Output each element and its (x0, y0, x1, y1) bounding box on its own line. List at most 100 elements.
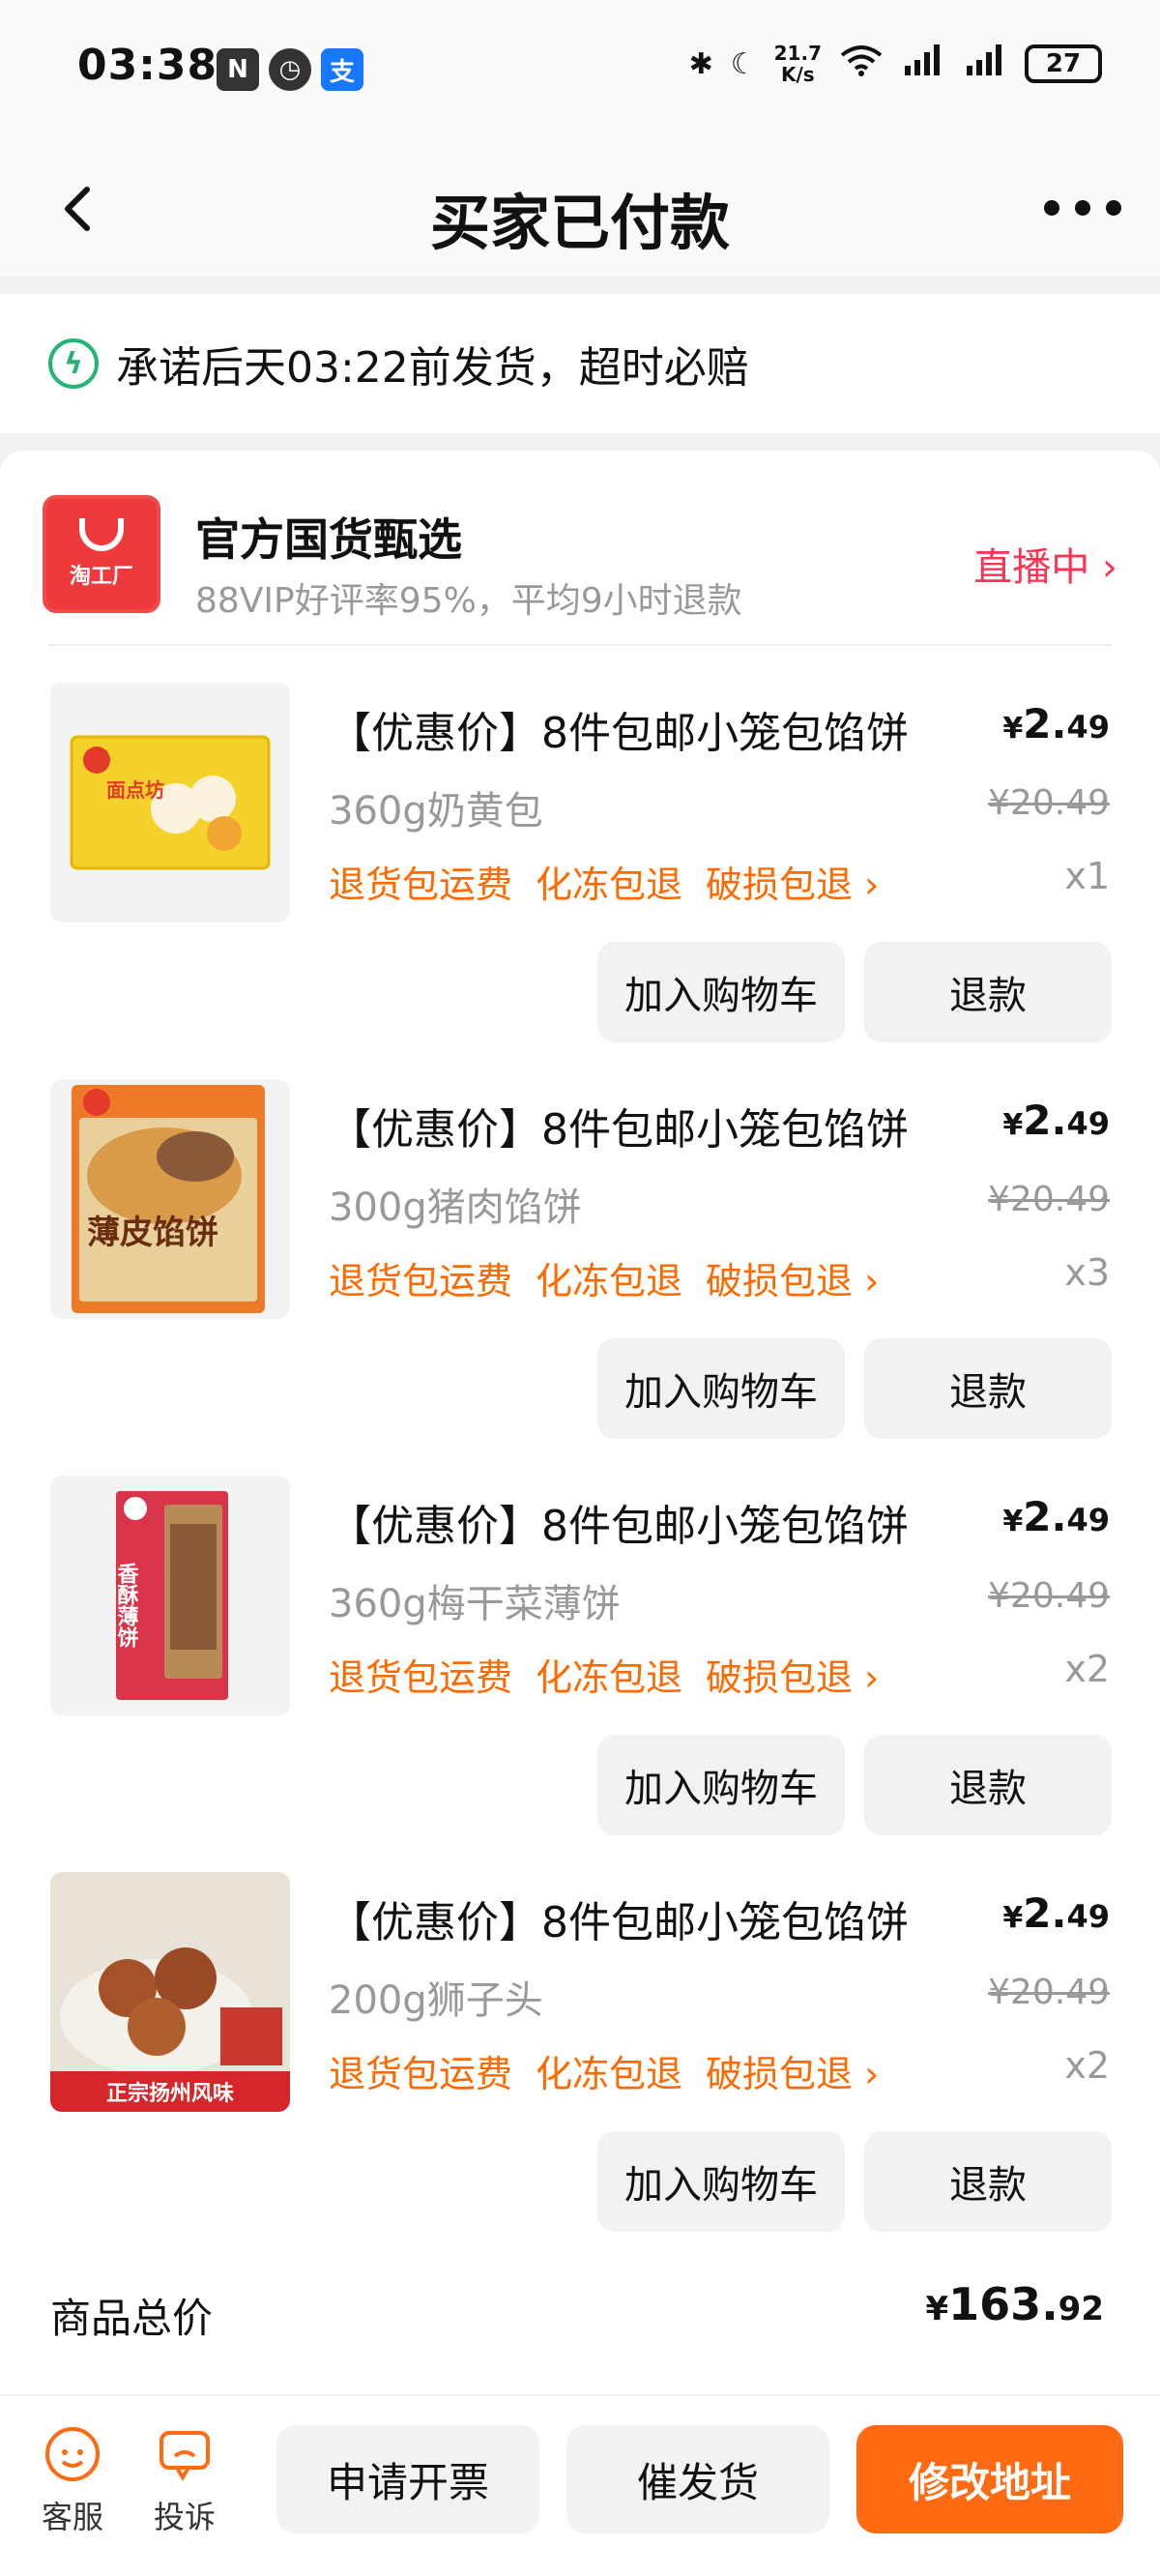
svg-text:香酥薄饼: 香酥薄饼 (114, 1563, 139, 1649)
add-to-cart-button[interactable]: 加入购物车 (597, 942, 845, 1042)
item-original-price: ¥20.49 (988, 783, 1110, 823)
status-notification-icons: N ◷ 支 (217, 48, 363, 91)
complain-bubble-icon (160, 2431, 210, 2481)
chevron-right-icon: › (853, 1656, 880, 1699)
order-card: 淘工厂 官方国货甄选 88VIP好评率95%，平均9小时退款 直播中 › 面点坊… (0, 451, 1160, 2394)
item-price: ¥2.49 (1002, 1097, 1110, 1144)
order-item: 正宗扬州风味 【优惠价】8件包邮小笼包馅饼 ¥2.49 200g狮子头 ¥20.… (0, 1872, 1160, 2269)
item-price: ¥2.49 (1002, 700, 1110, 747)
add-to-cart-button[interactable]: 加入购物车 (597, 1338, 845, 1439)
chevron-right-icon: › (853, 1260, 880, 1303)
tag: 破损包退 › (706, 1260, 880, 1303)
bottom-bar: 客服 投诉 申请开票 催发货 修改地址 (0, 2394, 1160, 2576)
add-to-cart-button[interactable]: 加入购物车 (597, 2131, 845, 2232)
product-image[interactable]: 面点坊 (50, 683, 290, 922)
chevron-right-icon: › (1102, 545, 1117, 590)
product-image[interactable]: 正宗扬州风味 (50, 1872, 290, 2112)
item-quantity: x2 (1064, 1648, 1110, 1690)
item-original-price: ¥20.49 (988, 1576, 1110, 1616)
lightning-icon: ϟ (48, 338, 99, 389)
nav-bar: 买家已付款 (0, 145, 1160, 277)
bluetooth-icon: ✱ (688, 46, 713, 81)
shop-name: 官方国货甄选 (195, 513, 462, 566)
shop-subtitle: 88VIP好评率95%，平均9小时退款 (195, 581, 742, 621)
item-quantity: x2 (1064, 2044, 1110, 2087)
net-speed: 21.7 K/s (773, 42, 822, 86)
urge-shipping-button[interactable]: 催发货 (566, 2425, 829, 2533)
complain-button[interactable]: 投诉 (141, 2425, 228, 2537)
nfc-icon: N (217, 48, 259, 91)
divider (48, 644, 1112, 646)
item-spec: 360g梅干菜薄饼 (329, 1582, 621, 1626)
tag: 化冻包退 (536, 1656, 683, 1699)
refund-button[interactable]: 退款 (864, 2131, 1112, 2232)
item-title[interactable]: 【优惠价】8件包邮小笼包馅饼 (329, 1888, 909, 1949)
more-dot-icon (1075, 200, 1090, 216)
item-spec: 300g猪肉馅饼 (329, 1186, 582, 1230)
tag: 退货包运费 (329, 1260, 513, 1303)
item-spec: 200g狮子头 (329, 1978, 543, 2023)
product-image[interactable]: 薄皮馅饼 (50, 1079, 290, 1319)
tag: 化冻包退 (536, 864, 683, 906)
customer-service-button[interactable]: 客服 (29, 2425, 116, 2537)
more-dot-icon (1044, 200, 1059, 216)
moon-icon: ☾ (730, 46, 757, 81)
service-face-icon (45, 2427, 100, 2481)
tag: 破损包退 › (706, 2053, 880, 2095)
refund-button[interactable]: 退款 (864, 1338, 1112, 1439)
signal-4g-icon (901, 43, 945, 85)
order-item: 薄皮馅饼 【优惠价】8件包邮小笼包馅饼 ¥2.49 300g猪肉馅饼 ¥20.4… (0, 1079, 1160, 1476)
item-price: ¥2.49 (1002, 1493, 1110, 1540)
chevron-right-icon: › (853, 864, 880, 906)
live-link[interactable]: 直播中 › (973, 536, 1117, 592)
apply-invoice-button[interactable]: 申请开票 (276, 2425, 539, 2533)
promise-text: 承诺后天03:22前发货，超时必赔 (116, 343, 749, 393)
tag: 破损包退 › (706, 1656, 880, 1699)
change-address-button[interactable]: 修改地址 (856, 2425, 1123, 2533)
refund-button[interactable]: 退款 (864, 1735, 1112, 1835)
total-label: 商品总价 (50, 2295, 214, 2342)
product-image[interactable]: 香酥薄饼 (50, 1476, 290, 1715)
item-title[interactable]: 【优惠价】8件包邮小笼包馅饼 (329, 1491, 909, 1553)
status-time: 03:38 (77, 41, 218, 90)
item-original-price: ¥20.49 (988, 1180, 1110, 1219)
signal-icon (963, 43, 1007, 85)
status-right-icons: ✱ ☾ 21.7 K/s 27 (689, 43, 1102, 85)
svg-text:面点坊: 面点坊 (106, 778, 164, 802)
total-row: 商品总价 ¥163.92 (50, 2278, 1104, 2356)
tag: 退货包运费 (329, 2053, 513, 2095)
item-title[interactable]: 【优惠价】8件包邮小笼包馅饼 (329, 698, 909, 760)
service-tags[interactable]: 退货包运费 化冻包退 破损包退 › (329, 2044, 879, 2097)
item-quantity: x1 (1064, 855, 1110, 897)
add-to-cart-button[interactable]: 加入购物车 (597, 1735, 845, 1835)
chevron-right-icon: › (853, 2053, 880, 2095)
total-value: ¥163.92 (925, 2278, 1105, 2330)
item-title[interactable]: 【优惠价】8件包邮小笼包馅饼 (329, 1095, 909, 1156)
service-tags[interactable]: 退货包运费 化冻包退 破损包退 › (329, 1648, 879, 1701)
tag: 退货包运费 (329, 864, 513, 906)
tag: 化冻包退 (536, 2053, 683, 2095)
tag: 破损包退 › (706, 864, 880, 906)
shipping-promise: ϟ 承诺后天03:22前发货，超时必赔 (0, 294, 1160, 433)
more-dot-icon (1106, 200, 1121, 216)
more-button[interactable] (1044, 184, 1121, 232)
wifi-icon (839, 44, 884, 84)
shop-header[interactable]: 淘工厂 官方国货甄选 88VIP好评率95%，平均9小时退款 直播中 › (43, 495, 1117, 630)
page-title: 买家已付款 (429, 188, 730, 258)
smile-icon (79, 518, 124, 551)
svg-text:薄皮馅饼: 薄皮馅饼 (87, 1214, 218, 1252)
item-price: ¥2.49 (1002, 1889, 1110, 1937)
service-tags[interactable]: 退货包运费 化冻包退 破损包退 › (329, 1251, 879, 1304)
battery-icon: 27 (1025, 44, 1102, 83)
order-item: 面点坊 【优惠价】8件包邮小笼包馅饼 ¥2.49 360g奶黄包 ¥20.49 … (0, 683, 1160, 1079)
tag: 化冻包退 (536, 1260, 683, 1303)
status-bar: 03:38 N ◷ 支 ✱ ☾ 21.7 K/s 27 (0, 0, 1160, 145)
service-tags[interactable]: 退货包运费 化冻包退 破损包退 › (329, 855, 879, 908)
item-spec: 360g奶黄包 (329, 789, 543, 834)
order-item: 香酥薄饼 【优惠价】8件包邮小笼包馅饼 ¥2.49 360g梅干菜薄饼 ¥20.… (0, 1476, 1160, 1872)
shop-logo: 淘工厂 (43, 495, 160, 613)
item-original-price: ¥20.49 (988, 1973, 1110, 2012)
refund-button[interactable]: 退款 (864, 942, 1112, 1042)
item-quantity: x3 (1064, 1251, 1110, 1294)
svg-text:正宗扬州风味: 正宗扬州风味 (106, 2081, 234, 2106)
